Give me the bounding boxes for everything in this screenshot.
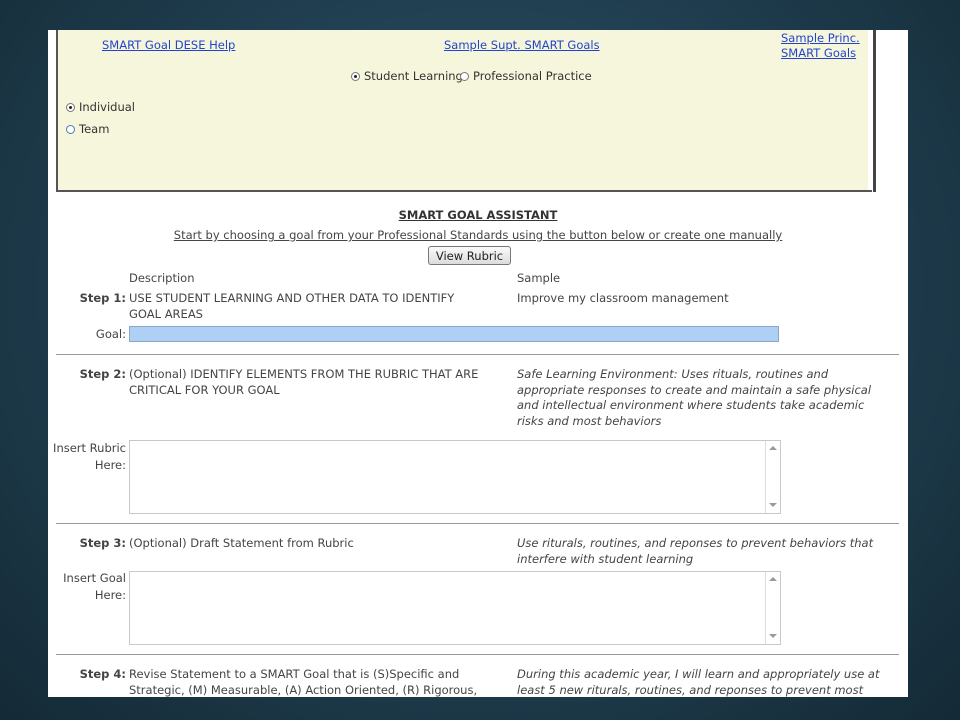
divider bbox=[56, 354, 899, 355]
step1-description: USE STUDENT LEARNING AND OTHER DATA TO I… bbox=[129, 291, 454, 322]
step4-sample-line1: During this academic year, I will learn … bbox=[517, 667, 880, 681]
scroll-up-icon[interactable] bbox=[769, 577, 777, 581]
step2-sample-line4: risks and most behaviors bbox=[517, 413, 662, 428]
divider bbox=[56, 523, 899, 524]
textarea-scrollbar[interactable] bbox=[765, 572, 780, 644]
insert-rubric-label-line2: Here: bbox=[94, 457, 126, 472]
step2-sample: Safe Learning Environment: Uses rituals,… bbox=[517, 367, 871, 429]
step2-desc-line2: CRITICAL FOR YOUR GOAL bbox=[129, 382, 280, 397]
radio-individual-label: Individual bbox=[79, 100, 136, 114]
insert-rubric-textarea[interactable] bbox=[129, 440, 781, 514]
divider bbox=[56, 654, 899, 655]
goal-input[interactable] bbox=[129, 326, 779, 342]
step2-description: (Optional) IDENTIFY ELEMENTS FROM THE RU… bbox=[129, 367, 478, 398]
insert-goal-textarea[interactable] bbox=[129, 571, 781, 645]
radio-selected-icon bbox=[66, 102, 75, 112]
scroll-up-icon[interactable] bbox=[769, 446, 777, 450]
step2-desc-line1: (Optional) IDENTIFY ELEMENTS FROM THE RU… bbox=[129, 367, 479, 381]
insert-rubric-label-line1: Insert Rubric bbox=[53, 441, 126, 455]
column-header-sample: Sample bbox=[517, 271, 561, 285]
radio-unselected-icon bbox=[460, 71, 469, 81]
step2-label: Step 2: bbox=[79, 367, 126, 381]
step2-sample-line1: Safe Learning Environment: Uses rituals,… bbox=[517, 367, 829, 381]
textarea-scrollbar[interactable] bbox=[765, 441, 780, 513]
radio-team-label: Team bbox=[79, 122, 110, 136]
view-rubric-button[interactable]: View Rubric bbox=[428, 246, 511, 265]
step3-label: Step 3: bbox=[79, 536, 126, 550]
step1-desc-line2: GOAL AREAS bbox=[129, 306, 203, 321]
step1-sample: Improve my classroom management bbox=[517, 291, 729, 305]
radio-team[interactable]: Team bbox=[66, 122, 109, 136]
radio-student-learning-label: Student Learning bbox=[364, 69, 463, 83]
step3-sample: Use riturals, routines, and reponses to … bbox=[517, 536, 873, 567]
sample-princ-line2: SMART Goals bbox=[781, 46, 857, 60]
radio-individual[interactable]: Individual bbox=[66, 100, 135, 114]
insert-goal-label: Insert Goal Here: bbox=[63, 570, 126, 603]
step4-sample-line2: least 5 new riturals, routines, and repo… bbox=[517, 682, 864, 697]
step3-description: (Optional) Draft Statement from Rubric bbox=[129, 536, 354, 550]
step4-label: Step 4: bbox=[79, 667, 126, 681]
insert-goal-label-line1: Insert Goal bbox=[63, 571, 126, 585]
step4-desc-line2: Strategic, (M) Measurable, (A) Action Or… bbox=[129, 682, 478, 697]
column-header-description: Description bbox=[129, 271, 195, 285]
step4-sample: During this academic year, I will learn … bbox=[517, 667, 880, 697]
scroll-down-icon[interactable] bbox=[769, 503, 777, 507]
insert-rubric-label: Insert Rubric Here: bbox=[53, 440, 126, 473]
sample-princ-goals-link[interactable]: Sample Princ. SMART Goals bbox=[781, 31, 860, 61]
step4-desc-line1: Revise Statement to a SMART Goal that is… bbox=[129, 667, 460, 681]
step3-sample-line1: Use riturals, routines, and reponses to … bbox=[517, 536, 874, 550]
step1-desc-line1: USE STUDENT LEARNING AND OTHER DATA TO I… bbox=[129, 291, 455, 305]
insert-goal-label-line2: Here: bbox=[94, 587, 126, 602]
panel-border bbox=[873, 30, 876, 192]
dese-help-link[interactable]: SMART Goal DESE Help bbox=[102, 38, 235, 53]
radio-professional-practice[interactable]: Professional Practice bbox=[460, 69, 592, 83]
smart-goal-form-screen: SMART Goal DESE Help Sample Supt. SMART … bbox=[48, 30, 908, 697]
goal-label: Goal: bbox=[95, 327, 126, 341]
radio-student-learning[interactable]: Student Learning bbox=[351, 69, 463, 83]
step3-sample-line2: interfere with student learning bbox=[517, 551, 694, 566]
step2-sample-line2: appropriate responses to create and main… bbox=[517, 382, 872, 397]
radio-unselected-icon bbox=[66, 124, 75, 134]
scroll-down-icon[interactable] bbox=[769, 634, 777, 638]
step1-label: Step 1: bbox=[79, 291, 126, 305]
assistant-subtitle: Start by choosing a goal from your Profe… bbox=[173, 228, 783, 242]
assistant-title: SMART GOAL ASSISTANT bbox=[398, 208, 558, 222]
sample-princ-line1: Sample Princ. bbox=[781, 31, 860, 45]
sample-supt-goals-link[interactable]: Sample Supt. SMART Goals bbox=[444, 38, 600, 53]
step4-description: Revise Statement to a SMART Goal that is… bbox=[129, 667, 477, 697]
radio-professional-practice-label: Professional Practice bbox=[473, 69, 592, 83]
goal-settings-panel bbox=[56, 30, 872, 192]
radio-selected-icon bbox=[351, 71, 360, 81]
step2-sample-line3: and intellectual environment where stude… bbox=[517, 398, 865, 412]
